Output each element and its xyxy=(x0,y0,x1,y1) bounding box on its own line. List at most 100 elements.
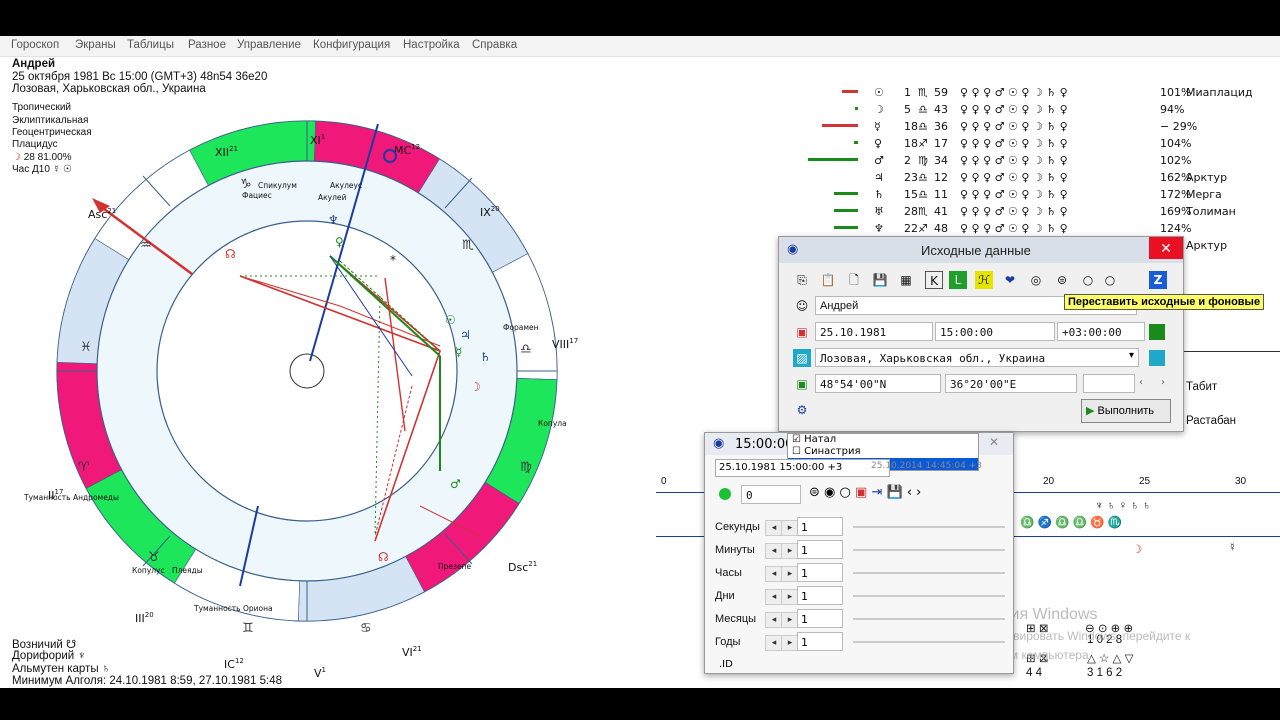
house-v-label: V1 xyxy=(314,666,326,680)
step-count-field[interactable]: 0 xyxy=(741,485,801,504)
export-button[interactable]: ⇥ xyxy=(871,485,882,500)
timezone-field[interactable]: +03:00:00 xyxy=(1057,322,1145,341)
prev-arrow-icon[interactable]: ‹ xyxy=(1139,377,1143,388)
aspect-glyphs: ♀ ♀ ♀ ♂ ☉ ♀ ☽ ♄ ♀ xyxy=(960,86,1068,99)
natal-chart-wheel[interactable]: ♆ ♀ * ☊ ☉ ♃ ☿ ♄ ☽ ♂ ☊ ♒ ♓ ♈ ♊ ♋ ♍ ♎ ♏ ♑ … xyxy=(0,66,620,686)
globe-button[interactable] xyxy=(1149,350,1165,366)
copy-icon[interactable]: ⎘ xyxy=(793,271,811,289)
sign-cell: ♐ xyxy=(918,222,928,235)
close-button[interactable]: ✕ xyxy=(1149,237,1183,259)
timeline-tick-0: 0 xyxy=(661,476,667,487)
strength-bar xyxy=(842,90,858,93)
chevron-down-icon[interactable]: ▾ xyxy=(1129,350,1134,361)
mode-natal[interactable]: ☑ Натал xyxy=(792,434,836,445)
step-row: Секунды ◂ ▸ 1 xyxy=(715,517,1005,537)
strength-bar xyxy=(854,141,858,144)
settings-gear-icon[interactable]: ⚙ xyxy=(793,401,811,419)
dst-toggle[interactable] xyxy=(1149,324,1165,340)
step-slider[interactable] xyxy=(853,641,1005,643)
star-cell: Арктур xyxy=(1186,171,1228,184)
star-andromeda: Туманность Андромеды xyxy=(23,493,119,502)
calendar-icon[interactable]: ▦ xyxy=(897,271,915,289)
new-icon[interactable]: 🗋 xyxy=(845,271,863,289)
aries-icon: ♈ xyxy=(78,460,90,475)
step-row-label: Годы xyxy=(715,636,741,648)
star-foramen: Форамен xyxy=(503,323,539,332)
step-row-label: Минуты xyxy=(715,544,755,556)
menu-control[interactable]: Управление xyxy=(237,39,301,51)
step-slider[interactable] xyxy=(853,549,1005,551)
menu-screens[interactable]: Экраны xyxy=(75,39,116,51)
almuten: Альмутен карты ♄ xyxy=(12,663,110,675)
step-slider[interactable] xyxy=(853,618,1005,620)
menu-misc[interactable]: Разное xyxy=(188,39,226,51)
step-close-icon[interactable]: ✕ xyxy=(989,435,999,449)
sign-cell: ♍ xyxy=(918,154,928,167)
swap-icon[interactable]: ⊜ xyxy=(1053,271,1071,289)
step-row-value[interactable]: 1 xyxy=(797,517,843,536)
heart-icon[interactable]: ❤ xyxy=(1001,271,1019,289)
date-field[interactable]: 25.10.1981 xyxy=(815,322,933,341)
aspect-row: ♀ 18 ♐ 17 104% ♀ ♀ ♀ ♂ ☉ ♀ ☽ ♄ ♀ xyxy=(800,135,1280,152)
ring-icon[interactable]: ○ xyxy=(1079,271,1097,289)
prev-step-button[interactable]: ‹ xyxy=(907,485,912,500)
minute-cell: 36 xyxy=(934,120,948,133)
step-row-value[interactable]: 1 xyxy=(797,586,843,605)
time-field[interactable]: 15:00:00 xyxy=(935,322,1055,341)
neptune-icon: ♆ xyxy=(77,650,87,662)
calendar-button[interactable]: ▣ xyxy=(855,485,867,500)
ac-icon[interactable]: ℋ xyxy=(975,271,993,289)
z-icon[interactable]: Z xyxy=(1149,271,1167,289)
planet-glyph: ☽ xyxy=(874,103,884,116)
step-slider[interactable] xyxy=(853,595,1005,597)
dorif: Дорифорий ♆ xyxy=(12,650,86,662)
save-icon[interactable]: 💾 xyxy=(871,271,889,289)
menu-horoscope[interactable]: Гороскоп xyxy=(11,39,59,51)
almuten-label: Альмутен карты xyxy=(12,663,99,675)
step-app-icon: ◉ xyxy=(713,436,725,451)
planet-glyph: ☉ xyxy=(874,86,884,99)
person-icon: ☺ xyxy=(795,299,809,313)
step-slider[interactable] xyxy=(853,526,1005,528)
longitude-field[interactable]: 36°20'00"E xyxy=(945,374,1077,393)
menu-settings[interactable]: Настройка xyxy=(403,39,460,51)
ring-button[interactable]: ○ xyxy=(840,485,851,500)
l-icon[interactable]: L xyxy=(949,271,967,289)
aspect-row: ♂ 2 ♍ 34 102% ♀ ♀ ♀ ♂ ☉ ♀ ☽ ♄ ♀ xyxy=(800,152,1280,169)
step-row-value[interactable]: 1 xyxy=(797,563,843,582)
execute-button[interactable]: ▶ Выполнить xyxy=(1081,399,1171,423)
ring2-icon[interactable]: ○ xyxy=(1101,271,1119,289)
menu-config[interactable]: Конфигурация xyxy=(313,39,390,51)
paste-icon[interactable]: 📋 xyxy=(819,271,837,289)
source-data-dialog: ◉ Исходные данные ✕ ⎘ 📋 🗋 💾 ▦ K L ℋ ❤ ◎ … xyxy=(778,236,1184,432)
k-icon[interactable]: K xyxy=(925,271,943,289)
next-arrow-icon[interactable]: › xyxy=(1161,377,1165,388)
menu-help[interactable]: Справка xyxy=(472,39,517,51)
altitude-field[interactable] xyxy=(1083,374,1135,393)
transit-mercury: ☿ xyxy=(1228,542,1237,554)
place-field[interactable]: Лозовая, Харьковская обл., Украина xyxy=(815,348,1139,367)
mode-synastry[interactable]: ☐ Синастрия xyxy=(792,446,861,457)
latitude-field[interactable]: 48°54'00"N xyxy=(815,374,941,393)
sign-cell: ♎ xyxy=(918,188,928,201)
dialog-titlebar[interactable]: ◉ Исходные данные ✕ xyxy=(779,237,1183,263)
circle-dot-icon[interactable]: ◎ xyxy=(1027,271,1045,289)
step-datetime: 25.10.1981 15:00:00 +3 xyxy=(715,459,890,477)
run-indicator-icon[interactable] xyxy=(719,488,731,500)
step-row-value[interactable]: 1 xyxy=(797,632,843,651)
step-slider[interactable] xyxy=(853,572,1005,574)
date-icon: ▣ xyxy=(796,325,808,339)
node-glyph: ☊ xyxy=(225,247,236,261)
next-step-button[interactable]: › xyxy=(916,485,921,500)
step-row-value[interactable]: 1 xyxy=(797,609,843,628)
sign-cell: ♐ xyxy=(918,137,928,150)
strength-bar xyxy=(834,209,858,212)
menu-tables[interactable]: Таблицы xyxy=(127,39,174,51)
degree-cell: 1 xyxy=(904,86,911,99)
radio-button[interactable]: ◉ xyxy=(824,485,835,500)
swap-button[interactable]: ⊜ xyxy=(809,485,820,500)
star-prezepe: Презепе xyxy=(438,562,472,571)
save-button[interactable]: 💾 xyxy=(887,485,903,500)
moon-glyph: ☽ xyxy=(470,380,481,394)
step-row-value[interactable]: 1 xyxy=(797,540,843,559)
